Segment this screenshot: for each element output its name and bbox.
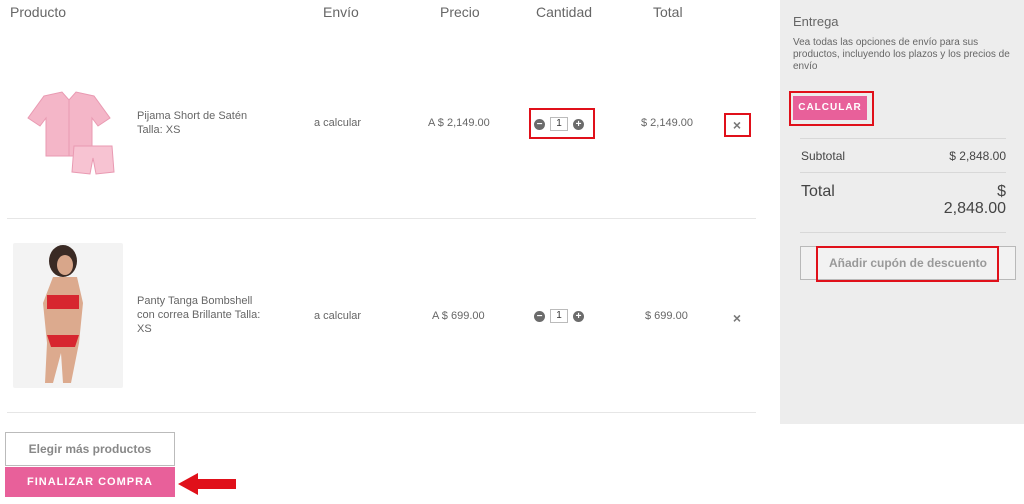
product-image-panty[interactable]: [13, 243, 123, 388]
header-product: Producto: [10, 4, 67, 20]
summary-divider: [800, 138, 1006, 139]
header-price: Precio: [440, 4, 480, 20]
quantity-stepper: − 1 +: [534, 117, 584, 131]
total-currency: $: [997, 183, 1006, 200]
subtotal-value: $ 2,848.00: [949, 149, 1006, 163]
shipping-value: a calcular: [314, 310, 362, 322]
quantity-input[interactable]: 1: [550, 309, 568, 323]
delivery-description: Vea todas las opciones de envío para sus…: [793, 37, 1010, 72]
plus-icon[interactable]: +: [573, 310, 584, 322]
close-icon[interactable]: ×: [730, 311, 744, 325]
price-value: A $ 699.00: [432, 310, 485, 322]
shipping-value: a calcular: [314, 117, 362, 129]
minus-icon[interactable]: −: [534, 118, 545, 130]
total-value: $ 2,149.00: [641, 117, 693, 129]
plus-icon[interactable]: +: [573, 118, 584, 130]
total-value: 2,848.00: [943, 200, 1006, 217]
total-value: $ 699.00: [645, 310, 688, 322]
choose-more-products-button[interactable]: Elegir más productos: [5, 432, 175, 466]
header-shipping: Envío: [323, 4, 359, 20]
quantity-stepper: − 1 +: [534, 309, 584, 323]
summary-divider: [800, 232, 1006, 233]
price-value: A $ 2,149.00: [428, 117, 490, 129]
order-summary-panel: Entrega Vea todas las opciones de envío …: [780, 0, 1024, 424]
summary-divider: [800, 172, 1006, 173]
row-divider: [7, 218, 756, 219]
header-total: Total: [653, 4, 683, 20]
quantity-input[interactable]: 1: [550, 117, 568, 131]
add-coupon-button[interactable]: Añadir cupón de descuento: [800, 246, 1016, 280]
header-quantity: Cantidad: [536, 4, 593, 20]
product-name[interactable]: Panty Tanga Bombshell con correa Brillan…: [137, 294, 272, 336]
product-name[interactable]: Pijama Short de Satén Talla: XS: [137, 109, 257, 137]
subtotal-label: Subtotal: [801, 149, 846, 163]
checkout-button[interactable]: FINALIZAR COMPRA: [5, 467, 175, 497]
row-divider: [7, 412, 756, 413]
minus-icon[interactable]: −: [534, 310, 545, 322]
cart-table-header: Producto Envío Precio Cantidad Total: [0, 4, 760, 24]
close-icon[interactable]: ×: [730, 118, 744, 132]
delivery-title: Entrega: [793, 14, 839, 29]
product-image-pajama[interactable]: [14, 84, 124, 184]
calculate-button[interactable]: CALCULAR: [793, 96, 867, 120]
total-label: Total: [801, 183, 835, 200]
left-arrow-icon: [178, 473, 236, 495]
